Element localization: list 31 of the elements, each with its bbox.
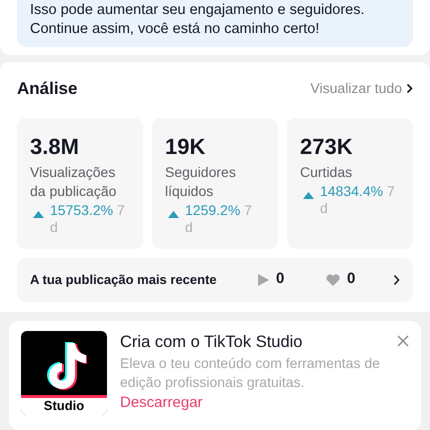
recent-post-label: A tua publicação mais recente (30, 270, 218, 289)
stat-value: 19K (165, 134, 206, 160)
stat-change: 1259.2% 7 d (185, 202, 253, 236)
stat-change: 15753.2% 7 d (50, 202, 126, 236)
up-triangle-icon (33, 210, 44, 218)
chevron-icon (393, 274, 400, 286)
play-icon (258, 274, 269, 286)
heart-icon (326, 274, 340, 286)
promo-title: Cria com o TikTok Studio (120, 332, 302, 352)
up-triangle-icon (303, 192, 314, 198)
stat-label: Curtidas (300, 162, 354, 182)
stat-change: 14834.4% 7 d (320, 182, 396, 216)
stat-value: 3.8M (30, 134, 80, 160)
download-link[interactable]: Descarregar (120, 392, 203, 412)
tip-text: Isso pode aumentar seu engajamento e seguidores. (30, 1, 366, 20)
up-triangle-icon (168, 210, 179, 218)
section-title: Análise (17, 78, 78, 100)
stat-card[interactable]: 3.8M Visualizações da publicação 15753.2% 7 d (17, 118, 143, 248)
likes-count: 0 (347, 269, 356, 290)
stat-label: Seguidores líquidos (165, 162, 237, 200)
logo-text: Studio (44, 397, 84, 414)
promo-description: Eleva o teu conteúdo com ferramentas de edição profissionais gratuitas. (120, 354, 381, 392)
close-icon[interactable] (397, 334, 409, 346)
views-count: 0 (276, 269, 286, 290)
tip-text: Continue assim, você está no caminho certo! (30, 20, 320, 39)
recent-post-row[interactable]: A tua publicação mais recente 0 0 (17, 258, 413, 302)
stat-value: 273K (300, 134, 354, 160)
stat-card[interactable]: 273K Curtidas 14834.4% 7 d (287, 118, 413, 248)
stat-label: Visualizações da publicação (30, 162, 118, 200)
stat-card[interactable]: 19K Seguidores líquidos 1259.2% 7 d (152, 118, 278, 248)
chevron-icon (406, 83, 413, 94)
